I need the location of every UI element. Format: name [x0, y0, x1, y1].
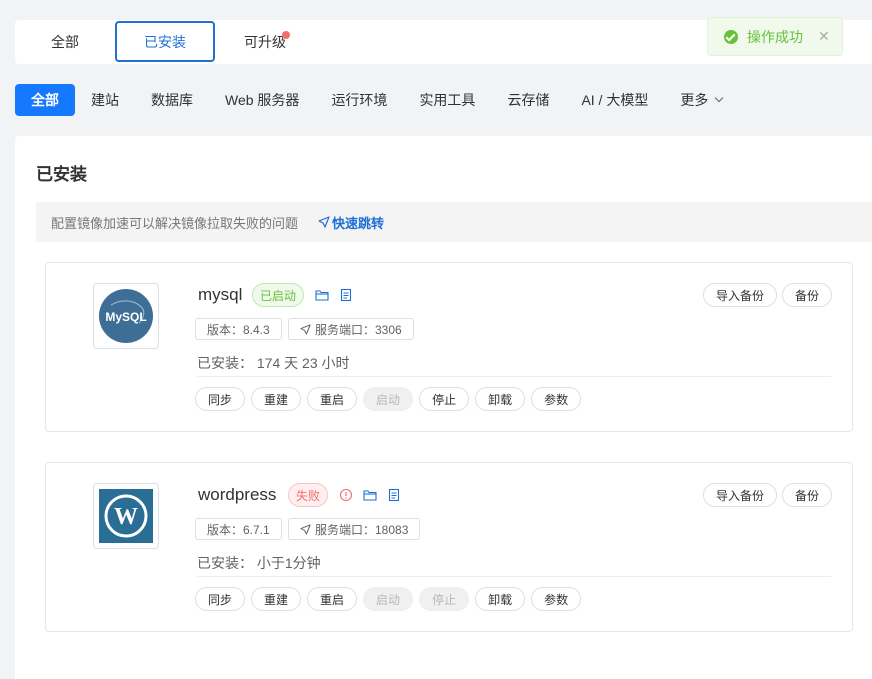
- backup-actions: 导入备份 备份: [698, 483, 832, 507]
- installed-duration: 已安装： 小于1分钟: [197, 555, 321, 571]
- installed-duration: 已安装： 174 天 23 小时: [197, 355, 350, 371]
- app-name: mysql: [198, 285, 243, 304]
- category-all[interactable]: 全部: [15, 84, 75, 116]
- folder-icon[interactable]: [315, 288, 329, 302]
- app-card-mysql: MySQL mysql 已启动 版本：8.4.3 服务端口：3306 已安装： …: [45, 262, 853, 432]
- restart-button[interactable]: 重启: [307, 587, 358, 611]
- close-icon[interactable]: ✕: [818, 28, 830, 45]
- rebuild-button[interactable]: 重建: [251, 587, 302, 611]
- svg-text:MySQL: MySQL: [105, 310, 146, 324]
- category-website[interactable]: 建站: [75, 84, 135, 116]
- restart-button[interactable]: 重启: [307, 387, 358, 411]
- svg-text:W: W: [114, 504, 138, 530]
- category-more[interactable]: 更多: [664, 84, 738, 116]
- import-backup-button[interactable]: 导入备份: [702, 483, 777, 507]
- port-label: 服务端口：18083: [315, 522, 409, 537]
- start-button[interactable]: 启动: [363, 387, 414, 411]
- status-badge: 失败: [288, 483, 329, 507]
- log-icon[interactable]: [339, 288, 353, 302]
- mysql-logo-icon: MySQL: [99, 289, 153, 343]
- category-database[interactable]: 数据库: [135, 84, 209, 116]
- upgrade-badge-dot: [282, 31, 290, 39]
- notice-text: 配置镜像加速可以解决镜像拉取失败的问题: [51, 215, 299, 231]
- mirror-notice: 配置镜像加速可以解决镜像拉取失败的问题 快速跳转: [36, 202, 872, 242]
- category-tools[interactable]: 实用工具: [403, 84, 491, 116]
- category-runtime[interactable]: 运行环境: [315, 84, 403, 116]
- page-title: 已安装: [36, 165, 87, 184]
- tab-installed[interactable]: 已安装: [115, 21, 215, 62]
- version-tag: 版本：8.4.3: [195, 318, 282, 340]
- tab-all[interactable]: 全部: [15, 20, 115, 64]
- rebuild-button[interactable]: 重建: [251, 387, 302, 411]
- stop-button[interactable]: 停止: [419, 387, 470, 411]
- folder-icon[interactable]: [363, 488, 377, 502]
- wordpress-logo-icon: W: [99, 489, 153, 543]
- send-icon: [318, 216, 330, 228]
- error-info-icon[interactable]: [339, 488, 353, 502]
- action-buttons: 同步 重建 重启 启动 停止 卸载 参数: [195, 587, 587, 611]
- status-badge: 已启动: [252, 283, 305, 307]
- success-icon: [724, 29, 738, 44]
- success-toast: 操作成功 ✕: [707, 17, 843, 56]
- import-backup-button[interactable]: 导入备份: [702, 283, 777, 307]
- backup-button[interactable]: 备份: [781, 283, 832, 307]
- category-ai[interactable]: AI / 大模型: [565, 84, 664, 116]
- category-storage[interactable]: 云存储: [491, 84, 565, 116]
- params-button[interactable]: 参数: [531, 587, 582, 611]
- send-icon: [300, 523, 311, 535]
- version-tag: 版本：6.7.1: [195, 518, 282, 540]
- backup-actions: 导入备份 备份: [698, 283, 832, 307]
- wordpress-logo: W: [93, 483, 159, 549]
- port-label: 服务端口：3306: [315, 322, 402, 337]
- quick-jump-link[interactable]: 快速跳转: [318, 213, 384, 232]
- port-tag: 服务端口：18083: [288, 518, 421, 540]
- stop-button[interactable]: 停止: [419, 587, 470, 611]
- uninstall-button[interactable]: 卸载: [475, 587, 526, 611]
- toast-message: 操作成功: [747, 28, 803, 45]
- tab-upgradable[interactable]: 可升级: [215, 20, 315, 64]
- card-divider: [197, 576, 831, 577]
- action-buttons: 同步 重建 重启 启动 停止 卸载 参数: [195, 387, 587, 411]
- uninstall-button[interactable]: 卸载: [475, 387, 526, 411]
- card-divider: [197, 376, 831, 377]
- sync-button[interactable]: 同步: [195, 387, 246, 411]
- start-button[interactable]: 启动: [363, 587, 414, 611]
- category-more-label: 更多: [680, 92, 709, 108]
- send-icon: [300, 323, 311, 335]
- category-filter: 全部 建站 数据库 Web 服务器 运行环境 实用工具 云存储 AI / 大模型…: [15, 84, 738, 116]
- chevron-down-icon: [715, 93, 724, 103]
- installed-panel: 已安装 配置镜像加速可以解决镜像拉取失败的问题 快速跳转 MySQL mysql…: [15, 136, 872, 679]
- log-icon[interactable]: [387, 488, 401, 502]
- mysql-logo: MySQL: [93, 283, 159, 349]
- port-tag: 服务端口：3306: [288, 318, 414, 340]
- params-button[interactable]: 参数: [531, 387, 582, 411]
- app-card-wordpress: W wordpress 失败 版本：6.7.1 服务端口：18083 已安装： …: [45, 462, 853, 632]
- backup-button[interactable]: 备份: [781, 483, 832, 507]
- sync-button[interactable]: 同步: [195, 587, 246, 611]
- category-web-server[interactable]: Web 服务器: [209, 84, 315, 116]
- quick-jump-label: 快速跳转: [332, 215, 385, 231]
- app-name: wordpress: [198, 485, 277, 504]
